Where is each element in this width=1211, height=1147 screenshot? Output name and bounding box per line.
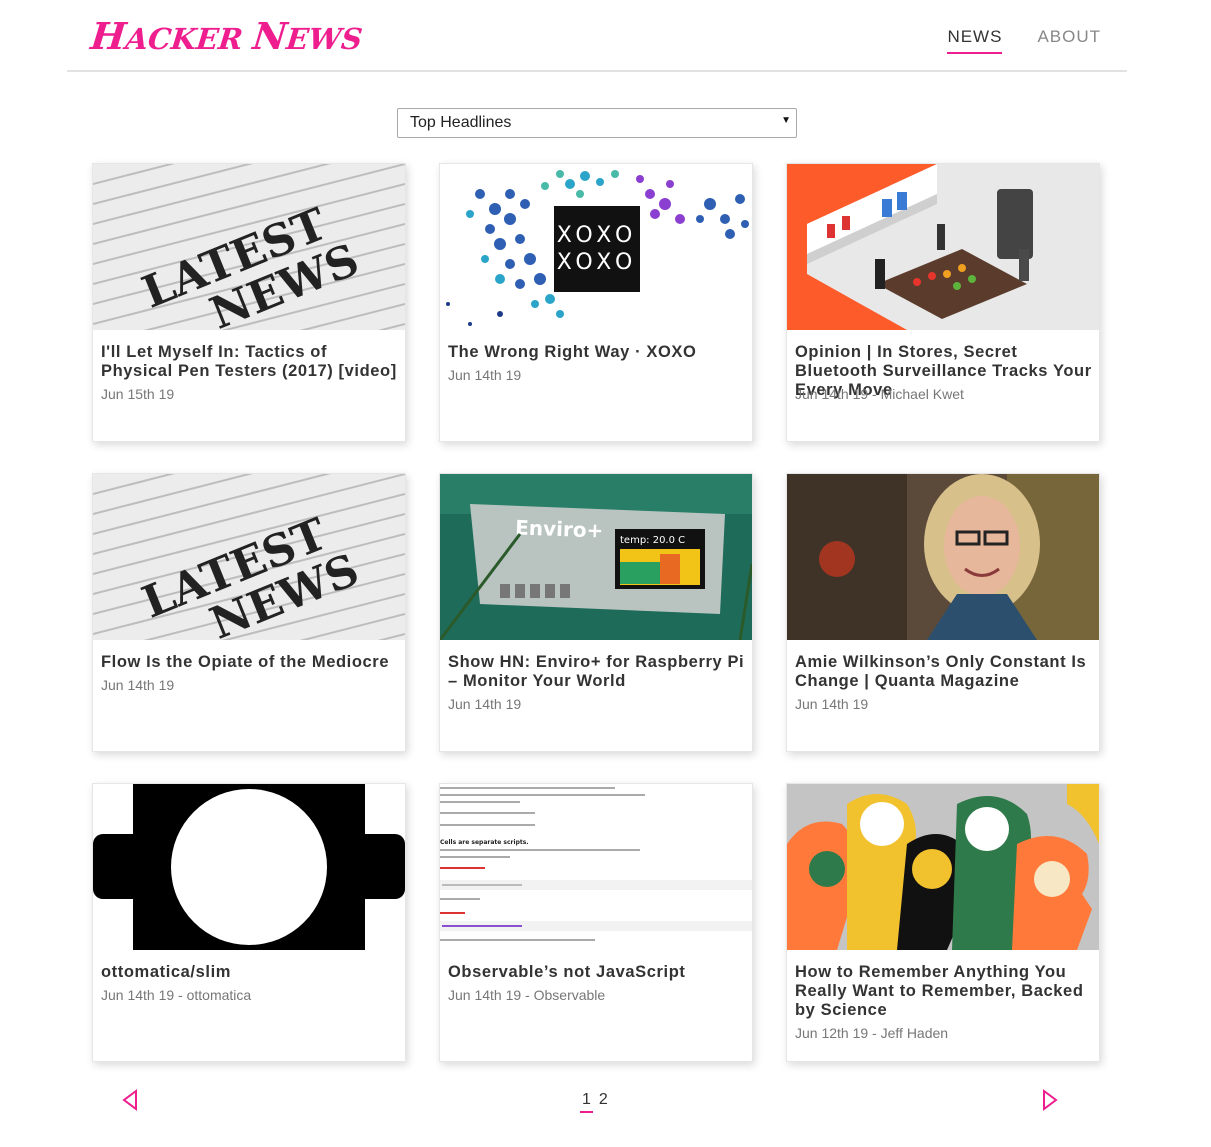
- article-meta: Jun 14th 19 - Michael Kwet: [795, 386, 964, 402]
- headline-filter-select[interactable]: Top Headlines ▼: [397, 108, 797, 138]
- article-card[interactable]: XOXO XOXO The Wrong Right Way · XOXO Jun…: [439, 163, 753, 442]
- article-meta: Jun 14th 19 - ottomatica: [101, 987, 252, 1003]
- article-title[interactable]: ottomatica/slim: [101, 963, 399, 982]
- main-nav: NEWS ABOUT: [947, 27, 1101, 54]
- article-meta: Jun 14th 19: [101, 677, 175, 693]
- article-meta: Jun 12th 19 - Jeff Haden: [795, 1025, 949, 1041]
- article-card[interactable]: Opinion | In Stores, Secret Bluetooth Su…: [786, 163, 1100, 442]
- article-card[interactable]: How to Remember Anything You Really Want…: [786, 783, 1100, 1062]
- xoxo-image: XOXO XOXO: [446, 170, 749, 326]
- triangle-left-icon[interactable]: [120, 1089, 140, 1111]
- article-title[interactable]: How to Remember Anything You Really Want…: [795, 963, 1093, 1020]
- article-card[interactable]: Enviro+ temp: 20.0 C Show HN: Enviro+ fo…: [439, 473, 753, 752]
- portrait-image: [787, 474, 1099, 640]
- svg-text:XOXO: XOXO: [557, 223, 638, 248]
- nav-news[interactable]: NEWS: [947, 27, 1003, 54]
- gear-logo-image: [93, 784, 405, 950]
- svg-text:XOXO: XOXO: [557, 250, 638, 275]
- article-card[interactable]: LATEST NEWS I'll Let Myself In: Tactics …: [92, 163, 406, 442]
- article-meta: Jun 14th 19 - Observable: [448, 987, 606, 1003]
- newspaper-image: LATEST NEWS: [93, 474, 405, 640]
- article-card[interactable]: ottomatica/slim Jun 14th 19 - ottomatica: [92, 783, 406, 1062]
- article-meta: Jun 15th 19: [101, 386, 175, 402]
- newspaper-image: LATEST NEWS: [93, 164, 405, 330]
- triangle-right-icon[interactable]: [1040, 1089, 1060, 1111]
- article-title[interactable]: Flow Is the Opiate of the Mediocre: [101, 653, 399, 672]
- article-meta: Jun 14th 19: [448, 696, 522, 712]
- page-1-link[interactable]: 1: [580, 1091, 593, 1113]
- nav-about[interactable]: ABOUT: [1037, 27, 1101, 54]
- article-thumbnail: [787, 164, 1099, 330]
- enviro-board-image: Enviro+ temp: 20.0 C: [440, 474, 752, 640]
- article-thumbnail: [787, 784, 1099, 950]
- heads-illustration-image: [787, 784, 1099, 950]
- article-thumbnail: LATEST NEWS: [93, 474, 405, 640]
- select-value: Top Headlines: [410, 114, 512, 131]
- site-logo[interactable]: HACKER NEWS: [89, 14, 365, 58]
- article-title[interactable]: Amie Wilkinson’s Only Constant Is Change…: [795, 653, 1093, 691]
- article-meta: Jun 14th 19: [795, 696, 869, 712]
- svg-text:Cells are separate scripts.: Cells are separate scripts.: [440, 839, 529, 846]
- pagination: 1 2: [580, 1091, 610, 1113]
- article-title[interactable]: Observable’s not JavaScript: [448, 963, 746, 982]
- article-thumbnail: [787, 474, 1099, 640]
- article-thumbnail: Cells are separate scripts.: [440, 784, 752, 950]
- article-thumbnail: [93, 784, 405, 950]
- article-card[interactable]: Amie Wilkinson’s Only Constant Is Change…: [786, 473, 1100, 752]
- article-title[interactable]: The Wrong Right Way · XOXO: [448, 343, 746, 362]
- article-thumbnail: LATEST NEWS: [93, 164, 405, 330]
- article-thumbnail: Enviro+ temp: 20.0 C: [440, 474, 752, 640]
- page-2-link[interactable]: 2: [597, 1091, 610, 1113]
- article-thumbnail: XOXO XOXO: [440, 164, 752, 330]
- article-card[interactable]: LATEST NEWS Flow Is the Opiate of the Me…: [92, 473, 406, 752]
- article-title[interactable]: Show HN: Enviro+ for Raspberry Pi – Moni…: [448, 653, 746, 691]
- article-title[interactable]: I'll Let Myself In: Tactics of Physical …: [101, 343, 399, 381]
- site-header: HACKER NEWS NEWS ABOUT: [67, 0, 1127, 72]
- article-card[interactable]: Cells are separate scripts. Observable’s…: [439, 783, 753, 1062]
- article-meta: Jun 14th 19: [448, 367, 522, 383]
- chevron-down-icon: ▼: [781, 115, 791, 126]
- doc-screenshot-image: Cells are separate scripts.: [440, 784, 752, 950]
- svg-text:temp: 20.0 C: temp: 20.0 C: [620, 535, 685, 546]
- store-illustration-image: [787, 164, 1099, 330]
- svg-text:Enviro+: Enviro+: [515, 515, 604, 542]
